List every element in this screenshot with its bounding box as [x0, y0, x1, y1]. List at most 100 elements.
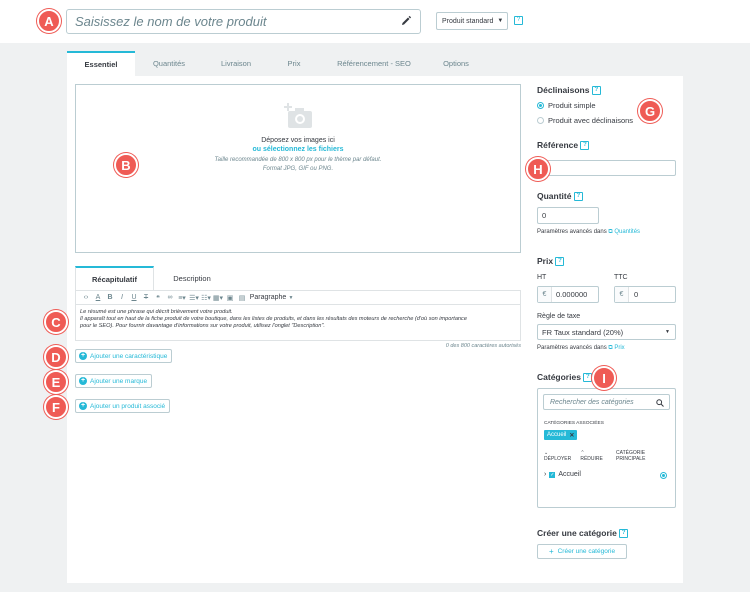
quantity-value: 0 [542, 211, 547, 220]
image-dropzone[interactable]: Déposez vos images ici ou sélectionnez l… [75, 84, 521, 253]
quote-icon[interactable]: ❝ [152, 294, 164, 302]
product-name-placeholder: Saisissez le nom de votre produit [75, 14, 267, 29]
chevron-right-icon[interactable]: › [544, 471, 546, 478]
radio-simple-label: Produit simple [548, 101, 596, 110]
categories-heading: Catégories ? [537, 372, 593, 383]
add-related-button[interactable]: + Ajouter un produit associé [75, 399, 171, 413]
help-icon[interactable]: ? [619, 529, 629, 539]
marker-f: F [44, 395, 68, 419]
main-category-label: CATÉGORIE PRINCIPALE [616, 450, 646, 462]
tab-quantites[interactable]: Quantités [135, 51, 203, 76]
bullet-list-icon[interactable]: ☰▾ [188, 294, 200, 302]
expand-button[interactable]: ⌄ DÉPLOYER [544, 450, 576, 462]
external-link-icon: ⧉ [608, 229, 613, 235]
tab-options[interactable]: Options [429, 51, 483, 76]
reference-input[interactable] [537, 160, 676, 176]
add-feature-button[interactable]: + Ajouter une caractéristique [75, 349, 173, 363]
editor-toolbar: ‹› A B I U T ❝ ∞ ≡▾ ☰▾ ☷▾ ▦▾ ▣ ▤ Paragra… [76, 291, 520, 305]
tab-prix[interactable]: Prix [269, 51, 319, 76]
image-icon[interactable]: ▣ [224, 294, 236, 302]
collapse-label: RÉDUIRE [580, 456, 603, 462]
associated-categories-label: CATÉGORIES ASSOCIÉES [544, 421, 604, 426]
product-type-value: Produit standard [442, 17, 494, 25]
help-icon[interactable]: ? [573, 192, 583, 202]
tab-recapitulatif[interactable]: Récapitulatif [75, 266, 154, 290]
text-color-icon[interactable]: A [92, 294, 104, 301]
marker-a: A [37, 9, 61, 33]
tab-description[interactable]: Description [154, 266, 230, 290]
price-link-label: Prix [614, 345, 625, 351]
align-icon[interactable]: ≡▾ [176, 294, 188, 302]
price-ht-input[interactable]: €0.000000 [537, 286, 599, 303]
marker-b: B [114, 153, 138, 177]
underline-icon[interactable]: U [128, 294, 140, 301]
reference-title: Référence [537, 140, 579, 150]
add-brand-button[interactable]: + Ajouter une marque [75, 374, 153, 388]
dropzone-format-hint: Format JPG, GIF ou PNG. [262, 166, 334, 172]
media-icon[interactable]: ▤ [236, 294, 248, 302]
tab-livraison[interactable]: Livraison [203, 51, 269, 76]
help-icon[interactable]: ? [580, 141, 590, 151]
help-icon[interactable]: ? [555, 257, 565, 267]
table-icon[interactable]: ▦▾ [212, 294, 224, 302]
radio-variants-label: Produit avec déclinaisons [548, 116, 634, 125]
categories-title: Catégories [537, 372, 581, 382]
create-category-button[interactable]: + Créer une catégorie [537, 544, 627, 559]
code-icon[interactable]: ‹› [80, 294, 92, 301]
add-feature-label: Ajouter une caractéristique [90, 352, 168, 360]
categories-box: Rechercher des catégories CATÉGORIES ASS… [537, 388, 676, 508]
external-link-icon: ⧉ [608, 345, 613, 351]
help-icon[interactable]: ? [591, 86, 601, 96]
ttc-label: TTC [614, 274, 628, 281]
product-name-input[interactable]: Saisissez le nom de votre produit [66, 9, 421, 34]
italic-icon[interactable]: I [116, 294, 128, 301]
link-icon[interactable]: ∞ [164, 294, 176, 301]
quantity-advanced-params: Paramètres avancés dans ⧉ Quantités [537, 229, 640, 236]
radio-variant-product[interactable]: Produit avec déclinaisons [537, 116, 633, 125]
dropzone-title: Déposez vos images ici [261, 137, 335, 144]
pencil-icon[interactable] [400, 15, 412, 27]
add-related-label: Ajouter un produit associé [90, 402, 166, 410]
bold-icon[interactable]: B [104, 294, 116, 301]
summary-editor[interactable]: ‹› A B I U T ❝ ∞ ≡▾ ☰▾ ☷▾ ▦▾ ▣ ▤ Paragra… [75, 290, 521, 341]
strikethrough-icon[interactable]: T [140, 294, 152, 301]
main-category-radio[interactable] [660, 472, 667, 479]
paragraph-select[interactable]: Paragraphe [248, 294, 288, 301]
summary-text[interactable]: Le résumé est une phrase qui décrit briè… [76, 305, 520, 334]
plus-circle-icon: + [79, 402, 87, 410]
declinaisons-heading: Déclinaisons ? [537, 85, 601, 96]
quantities-link[interactable]: ⧉ Quantités [608, 229, 640, 235]
category-tree-item[interactable]: › ✓ Accueil [544, 471, 581, 478]
radio-simple-product[interactable]: Produit simple [537, 101, 596, 110]
numbered-list-icon[interactable]: ☷▾ [200, 294, 212, 302]
marker-h: H [526, 157, 550, 181]
price-link[interactable]: ⧉ Prix [608, 345, 624, 351]
tab-essentiel[interactable]: Essentiel [67, 51, 135, 76]
help-icon[interactable]: ? [583, 373, 593, 383]
tax-rule-select[interactable]: FR Taux standard (20%) ▼ [537, 324, 676, 340]
tree-controls: ⌄ DÉPLOYER ⌃ RÉDUIRE CATÉGORIE PRINCIPAL… [544, 450, 675, 462]
expand-label: DÉPLOYER [544, 456, 572, 462]
close-icon[interactable]: ✕ [569, 432, 574, 439]
category-tree-label: Accueil [558, 471, 581, 478]
create-category-heading: Créer une catégorie ? [537, 528, 629, 539]
advanced-params-text: Paramètres avancés dans [537, 229, 607, 235]
summary-line-1: Le résumé est une phrase qui décrit briè… [80, 309, 233, 315]
currency-symbol: € [615, 287, 629, 302]
camera-icon [284, 103, 312, 128]
quantity-input[interactable]: 0 [537, 207, 599, 224]
price-ttc-input[interactable]: €0 [614, 286, 676, 303]
chevron-down-icon: ▼ [288, 294, 294, 301]
collapse-button[interactable]: ⌃ RÉDUIRE [580, 450, 608, 462]
select-files-link[interactable]: ou sélectionnez les fichiers [76, 146, 520, 153]
marker-d: D [44, 345, 68, 369]
product-type-select[interactable]: Produit standard ▼ [436, 12, 508, 30]
category-tag: Accueil ✕ [544, 430, 578, 440]
help-icon[interactable]: ? [514, 16, 523, 25]
tab-seo[interactable]: Référencement - SEO [319, 51, 429, 76]
tax-rule-label: Règle de taxe [537, 313, 581, 320]
marker-g: G [638, 99, 662, 123]
checkbox-checked-icon[interactable]: ✓ [549, 471, 556, 478]
radio-empty-icon [537, 117, 544, 124]
category-search-input[interactable]: Rechercher des catégories [543, 394, 670, 410]
